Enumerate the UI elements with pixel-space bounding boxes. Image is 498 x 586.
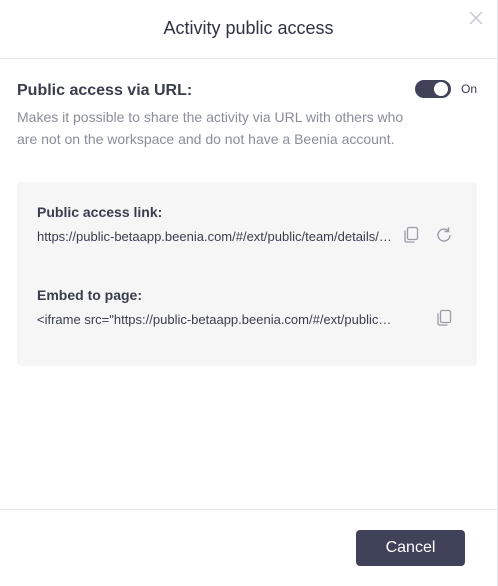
public-access-description: Makes it possible to share the activity … bbox=[17, 109, 404, 147]
embed-code-value[interactable]: <iframe src="https://public-betaapp.been… bbox=[37, 312, 393, 327]
toggle-knob bbox=[434, 82, 448, 96]
public-access-dialog: Activity public access Public access via… bbox=[0, 0, 498, 586]
access-links-panel: Public access link: https://public-betaa… bbox=[17, 182, 477, 366]
public-link-value[interactable]: https://public-betaapp.beenia.com/#/ext/… bbox=[37, 229, 393, 244]
embed-label: Embed to page: bbox=[37, 287, 143, 303]
public-access-toggle[interactable] bbox=[415, 80, 451, 98]
copy-icon[interactable] bbox=[401, 225, 421, 245]
copy-icon[interactable] bbox=[434, 308, 454, 328]
close-icon[interactable] bbox=[469, 11, 483, 25]
dialog-header: Activity public access bbox=[0, 0, 497, 59]
toggle-state-label: On bbox=[461, 82, 478, 96]
dialog-title: Activity public access bbox=[163, 18, 334, 38]
public-access-title: Public access via URL: bbox=[17, 82, 193, 99]
public-link-label: Public access link: bbox=[37, 204, 163, 220]
dialog-footer bbox=[0, 509, 497, 510]
refresh-icon[interactable] bbox=[434, 225, 454, 245]
cancel-button[interactable]: Cancel bbox=[356, 530, 465, 566]
